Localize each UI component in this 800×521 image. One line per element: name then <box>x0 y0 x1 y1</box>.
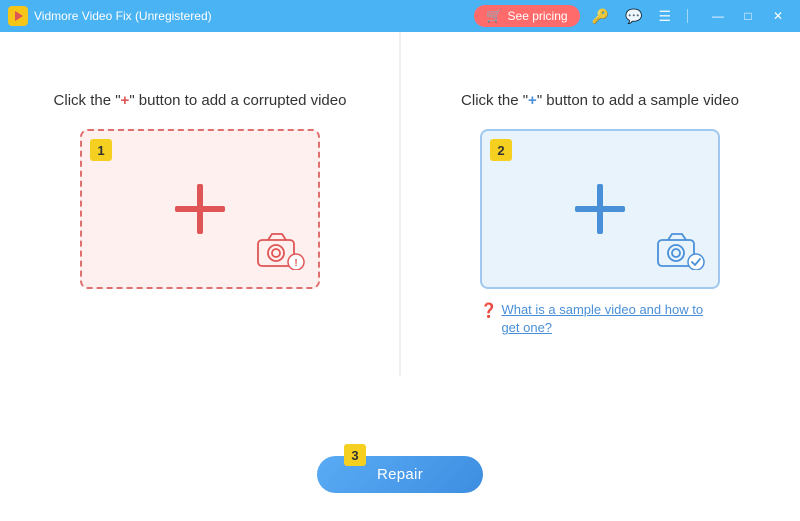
maximize-button[interactable]: □ <box>734 5 762 27</box>
panels-container: Click the "+" button to add a corrupted … <box>0 32 800 456</box>
help-circle-icon: ❓ <box>480 302 497 319</box>
badge-1: 1 <box>90 139 112 161</box>
cart-icon: 🛒 <box>486 8 502 24</box>
main-content: Click the "+" button to add a corrupted … <box>0 32 800 521</box>
panel-corrupted-label: Click the "+" button to add a corrupted … <box>54 92 347 109</box>
panel-sample-video: Click the "+" button to add a sample vid… <box>400 32 800 456</box>
titlebar: Vidmore Video Fix (Unregistered) 🛒 See p… <box>0 0 800 32</box>
repair-button[interactable]: Repair <box>317 456 483 493</box>
titlebar-left: Vidmore Video Fix (Unregistered) <box>8 6 212 26</box>
plus-symbol-right: + <box>528 92 537 109</box>
minimize-button[interactable]: — <box>704 5 732 27</box>
panel-sample-label: Click the "+" button to add a sample vid… <box>461 92 739 109</box>
titlebar-right: 🛒 See pricing 🔑 💬 ☰ — □ ✕ <box>474 5 792 27</box>
pricing-label: See pricing <box>508 9 568 23</box>
chat-button[interactable]: 💬 <box>621 6 646 27</box>
badge-2: 2 <box>490 139 512 161</box>
sample-camera-icon <box>654 230 706 275</box>
menu-button[interactable]: ☰ <box>654 6 675 27</box>
divider-line <box>400 32 401 376</box>
add-sample-video-icon <box>575 184 625 234</box>
panel-corrupted-video: Click the "+" button to add a corrupted … <box>0 32 400 456</box>
app-title: Vidmore Video Fix (Unregistered) <box>34 9 212 23</box>
corrupted-video-dropzone[interactable]: 1 <box>80 129 320 289</box>
bottom-action-bar: 3 Repair <box>0 456 800 521</box>
sample-link-container: ❓ What is a sample video and how to get … <box>480 301 720 337</box>
plus-symbol-left: + <box>121 92 130 109</box>
badge-3: 3 <box>344 444 366 466</box>
titlebar-separator <box>687 9 688 23</box>
window-controls: — □ ✕ <box>704 5 792 27</box>
key-button[interactable]: 🔑 <box>588 6 613 27</box>
corrupted-camera-icon: ! <box>254 230 306 275</box>
app-logo-icon <box>8 6 28 26</box>
close-button[interactable]: ✕ <box>764 5 792 27</box>
add-corrupted-video-icon <box>175 184 225 234</box>
pricing-button[interactable]: 🛒 See pricing <box>474 5 579 27</box>
sample-video-dropzone[interactable]: 2 <box>480 129 720 289</box>
sample-video-link[interactable]: What is a sample video and how to get on… <box>501 301 720 337</box>
svg-text:!: ! <box>294 258 297 269</box>
